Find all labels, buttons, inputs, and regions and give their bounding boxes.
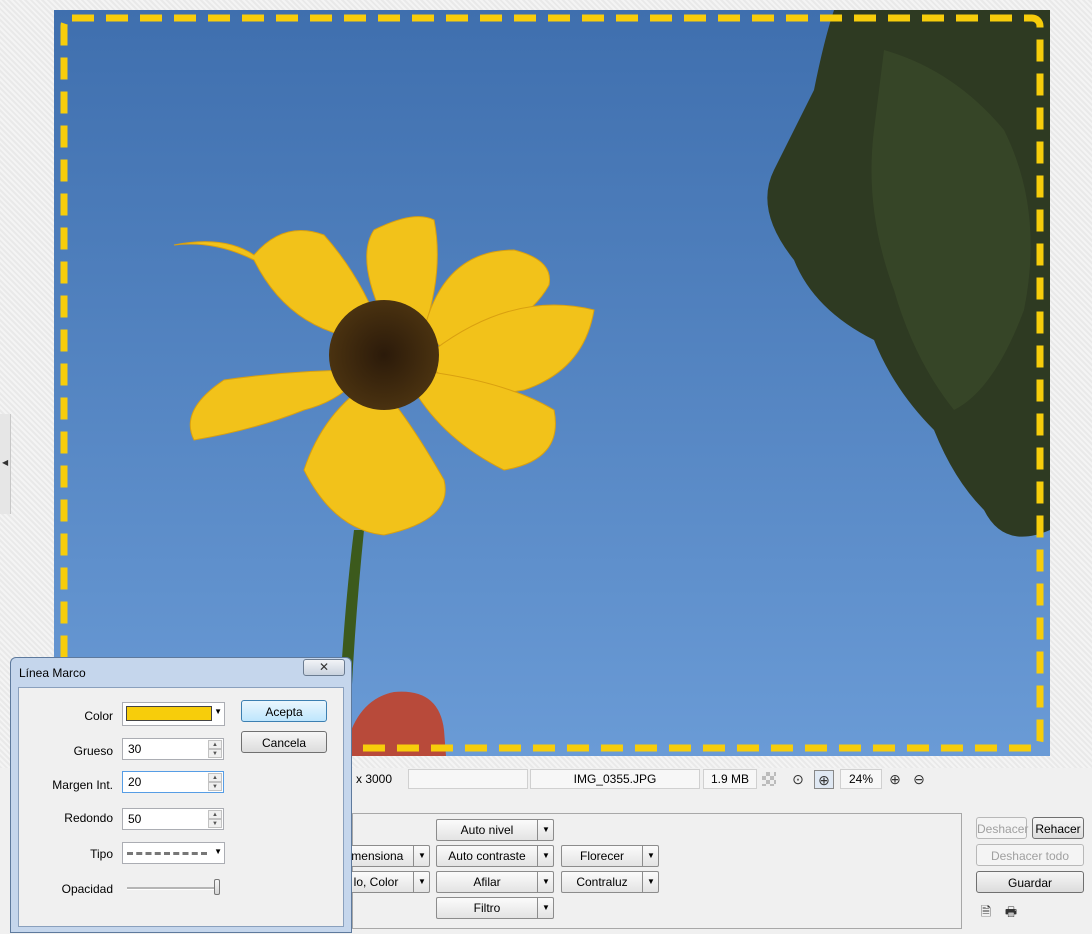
- chevron-down-icon: ▼: [214, 707, 222, 716]
- thickness-value: 30: [128, 742, 142, 756]
- rounded-label: Redondo: [64, 811, 113, 825]
- spin-down-icon[interactable]: ▼: [208, 749, 222, 758]
- redo-button[interactable]: Rehacer: [1032, 817, 1084, 839]
- chevron-down-icon: ▼: [214, 847, 222, 856]
- opacity-label: Opacidad: [61, 882, 113, 896]
- auto-contrast-combo[interactable]: Auto contraste ▼: [436, 845, 554, 867]
- undo-button[interactable]: Deshacer: [976, 817, 1028, 839]
- print-icon[interactable]: 🖶: [1003, 903, 1019, 919]
- chevron-down-icon: ▼: [418, 851, 426, 860]
- fit-zoom-icon[interactable]: ⊙: [789, 770, 807, 788]
- chevron-down-icon: ▼: [418, 877, 426, 886]
- backlight-combo[interactable]: Contraluz ▼: [561, 871, 659, 893]
- color-label: Color: [84, 709, 113, 723]
- dashed-line-preview: [127, 852, 207, 855]
- spin-down-icon[interactable]: ▼: [208, 819, 222, 828]
- file-size: 1.9 MB: [703, 769, 757, 789]
- rounded-value: 50: [128, 812, 142, 826]
- filter-combo[interactable]: Filtro ▼: [436, 897, 554, 919]
- chevron-down-icon: ▼: [542, 877, 550, 886]
- rounded-stepper[interactable]: 50 ▲ ▼: [122, 808, 224, 830]
- dialog-body: Color ▼ Grueso 30 ▲ ▼ Margen Int. 20 ▲ ▼…: [18, 687, 344, 927]
- status-empty-cell: [408, 769, 528, 789]
- chevron-down-icon: ▼: [647, 877, 655, 886]
- chevron-down-icon: ▼: [542, 851, 550, 860]
- image-canvas[interactable]: ◀: [0, 0, 1092, 768]
- margin-value: 20: [128, 775, 142, 789]
- zoom-out-icon[interactable]: ⊖: [910, 770, 928, 788]
- actual-zoom-icon[interactable]: ⊕: [814, 770, 834, 789]
- cancel-button[interactable]: Cancela: [241, 731, 327, 753]
- checker-icon[interactable]: [762, 772, 776, 786]
- image-dimensions: x 3000: [356, 772, 393, 786]
- margin-stepper[interactable]: 20 ▲ ▼: [122, 771, 224, 793]
- accept-button[interactable]: Acepta: [241, 700, 327, 722]
- sharpen-combo[interactable]: Afilar ▼: [436, 871, 554, 893]
- chevron-down-icon: ▼: [542, 825, 550, 834]
- spin-up-icon[interactable]: ▲: [208, 740, 222, 749]
- margin-label: Margen Int.: [52, 778, 113, 792]
- spin-down-icon[interactable]: ▼: [208, 782, 222, 791]
- save-button[interactable]: Guardar: [976, 871, 1084, 893]
- opacity-slider-thumb[interactable]: [214, 879, 220, 895]
- bloom-combo[interactable]: Florecer ▼: [561, 845, 659, 867]
- spin-up-icon[interactable]: ▲: [208, 810, 222, 819]
- thickness-label: Grueso: [73, 744, 113, 758]
- close-button[interactable]: ✕: [303, 659, 345, 676]
- type-label: Tipo: [90, 847, 113, 861]
- file-name: IMG_0355.JPG: [530, 769, 700, 789]
- photo-preview[interactable]: [54, 10, 1050, 756]
- zoom-level: 24%: [840, 769, 882, 789]
- chevron-down-icon: ▼: [542, 903, 550, 912]
- chevron-down-icon: ▼: [647, 851, 655, 860]
- spin-up-icon[interactable]: ▲: [208, 773, 222, 782]
- opacity-slider[interactable]: [127, 887, 219, 890]
- frame-line-dialog: Línea Marco ✕ Color ▼ Grueso 30 ▲ ▼ Marg…: [10, 657, 352, 933]
- undo-all-button[interactable]: Deshacer todo: [976, 844, 1084, 866]
- chevron-left-icon: ◀: [2, 458, 9, 467]
- auto-level-combo[interactable]: Auto nivel ▼: [436, 819, 554, 841]
- export-icon[interactable]: 🗎: [978, 903, 994, 919]
- color-picker[interactable]: ▼: [122, 702, 225, 726]
- zoom-in-icon[interactable]: ⊕: [886, 770, 904, 788]
- flower-photo: [54, 10, 1050, 756]
- line-type-select[interactable]: ▼: [122, 842, 225, 864]
- dialog-title: Línea Marco: [19, 666, 86, 680]
- side-panel-toggle[interactable]: ◀: [0, 414, 11, 514]
- color-swatch: [126, 706, 212, 721]
- thickness-stepper[interactable]: 30 ▲ ▼: [122, 738, 224, 760]
